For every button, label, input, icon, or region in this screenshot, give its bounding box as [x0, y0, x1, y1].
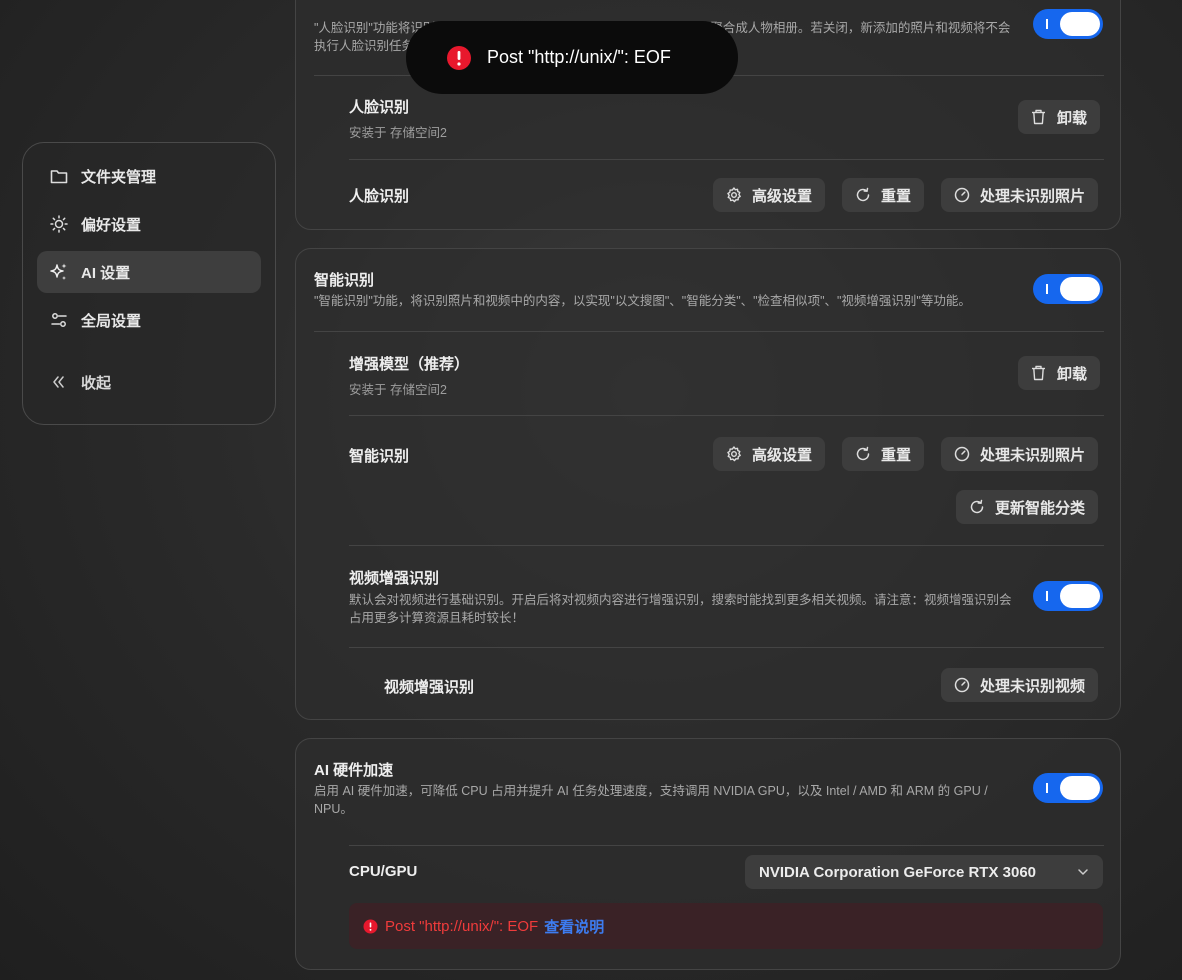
error-text: Post "http://unix/": EOF	[385, 917, 539, 935]
trash-icon	[1031, 109, 1047, 125]
face-recognition-toggle[interactable]	[1033, 9, 1103, 39]
device-select[interactable]: NVIDIA Corporation GeForce RTX 3060	[745, 855, 1103, 889]
smart-action-row-label: 智能识别	[349, 448, 410, 465]
error-icon	[363, 919, 378, 934]
divider	[349, 545, 1104, 546]
process-unrecognized-videos-button[interactable]: 处理未识别视频	[941, 668, 1099, 702]
advanced-label: 高级设置	[752, 446, 813, 464]
sidebar-item-preferences[interactable]: 偏好设置	[37, 203, 261, 245]
video-enhanced-title: 视频增强识别	[349, 570, 440, 587]
device-select-value: NVIDIA Corporation GeForce RTX 3060	[759, 863, 1037, 881]
smart-recognition-toggle[interactable]	[1033, 274, 1103, 304]
hardware-acceleration-description: 启用 AI 硬件加速，可降低 CPU 占用并提升 AI 任务处理速度，支持调用 …	[314, 784, 988, 816]
smart-advanced-settings-button[interactable]: 高级设置	[713, 437, 826, 471]
gauge-icon	[954, 446, 970, 462]
folder-icon	[49, 166, 69, 186]
update-label: 更新智能分类	[995, 499, 1086, 517]
face-advanced-settings-button[interactable]: 高级设置	[713, 178, 826, 212]
sidebar-item-label: 文件夹管理	[81, 168, 157, 186]
divider	[349, 647, 1104, 648]
device-label: CPU/GPU	[349, 863, 418, 880]
update-smart-categories-button[interactable]: 更新智能分类	[956, 490, 1099, 524]
smart-recognition-title: 智能识别	[314, 272, 375, 289]
sidebar-item-global-settings[interactable]: 全局设置	[37, 299, 261, 341]
video-enhanced-toggle[interactable]	[1033, 581, 1103, 611]
face-model-location: 安装于 存储空间2	[349, 126, 447, 140]
face-action-row-label: 人脸识别	[349, 188, 410, 205]
settings-sidebar: 文件夹管理 偏好设置 AI 设置 全局设置 收起	[22, 142, 276, 425]
divider	[349, 415, 1104, 416]
smart-recognition-card: 智能识别 "智能识别"功能，将识别照片和视频中的内容，以实现"以文搜图"、"智能…	[295, 248, 1121, 720]
face-reset-button[interactable]: 重置	[842, 178, 925, 212]
smart-reset-button[interactable]: 重置	[842, 437, 925, 471]
reset-label: 重置	[881, 187, 912, 205]
gear-icon	[726, 187, 742, 203]
refresh-icon	[855, 187, 871, 203]
uninstall-label: 卸载	[1057, 109, 1088, 127]
process-label: 处理未识别照片	[980, 187, 1086, 205]
divider	[349, 845, 1104, 846]
divider	[349, 159, 1104, 160]
chevron-down-icon	[1077, 868, 1089, 876]
toast-message: Post "http://unix/": EOF	[487, 47, 671, 67]
reset-label: 重置	[881, 446, 912, 464]
sidebar-item-ai-settings[interactable]: AI 设置	[37, 251, 261, 293]
sidebar-item-folders[interactable]: 文件夹管理	[37, 155, 261, 197]
advanced-label: 高级设置	[752, 187, 813, 205]
smart-model-name: 增强模型（推荐）	[349, 356, 470, 373]
uninstall-face-model-button[interactable]: 卸载	[1018, 100, 1101, 134]
hardware-acceleration-card: AI 硬件加速 启用 AI 硬件加速，可降低 CPU 占用并提升 AI 任务处理…	[295, 738, 1121, 970]
trash-icon	[1031, 365, 1047, 381]
face-model-name: 人脸识别	[349, 99, 410, 116]
gauge-icon	[954, 677, 970, 693]
smart-recognition-description: "智能识别"功能，将识别照片和视频中的内容，以实现"以文搜图"、"智能分类"、"…	[314, 294, 971, 308]
sidebar-item-label: AI 设置	[81, 264, 131, 282]
video-enhanced-description: 默认会对视频进行基础识别。开启后将对视频内容进行增强识别，搜索时能找到更多相关视…	[349, 593, 1012, 625]
sidebar-item-label: 偏好设置	[81, 216, 142, 234]
divider	[314, 331, 1104, 332]
video-row-label: 视频增强识别	[384, 679, 475, 696]
sparkle-icon	[49, 262, 69, 282]
chevrons-left-icon	[49, 372, 69, 392]
refresh-icon	[969, 499, 985, 515]
uninstall-label: 卸载	[1057, 365, 1088, 383]
hardware-acceleration-title: AI 硬件加速	[314, 762, 394, 779]
sidebar-item-label: 全局设置	[81, 312, 142, 330]
smart-process-unrecognized-button[interactable]: 处理未识别照片	[941, 437, 1099, 471]
view-instructions-link[interactable]: 查看说明	[544, 916, 604, 937]
sliders-icon	[49, 310, 69, 330]
process-video-label: 处理未识别视频	[980, 677, 1086, 695]
hardware-error-message: Post "http://unix/": EOF 查看说明	[349, 903, 1103, 949]
sun-icon	[49, 214, 69, 234]
gear-icon	[726, 446, 742, 462]
refresh-icon	[855, 446, 871, 462]
smart-model-location: 安装于 存储空间2	[349, 383, 447, 397]
gauge-icon	[954, 187, 970, 203]
process-label: 处理未识别照片	[980, 446, 1086, 464]
error-toast: Post "http://unix/": EOF	[406, 21, 738, 94]
error-icon	[446, 45, 472, 71]
hardware-acceleration-toggle[interactable]	[1033, 773, 1103, 803]
sidebar-collapse-button[interactable]: 收起	[37, 361, 261, 403]
face-process-unrecognized-button[interactable]: 处理未识别照片	[941, 178, 1099, 212]
sidebar-collapse-label: 收起	[81, 374, 112, 392]
uninstall-smart-model-button[interactable]: 卸载	[1018, 356, 1101, 390]
